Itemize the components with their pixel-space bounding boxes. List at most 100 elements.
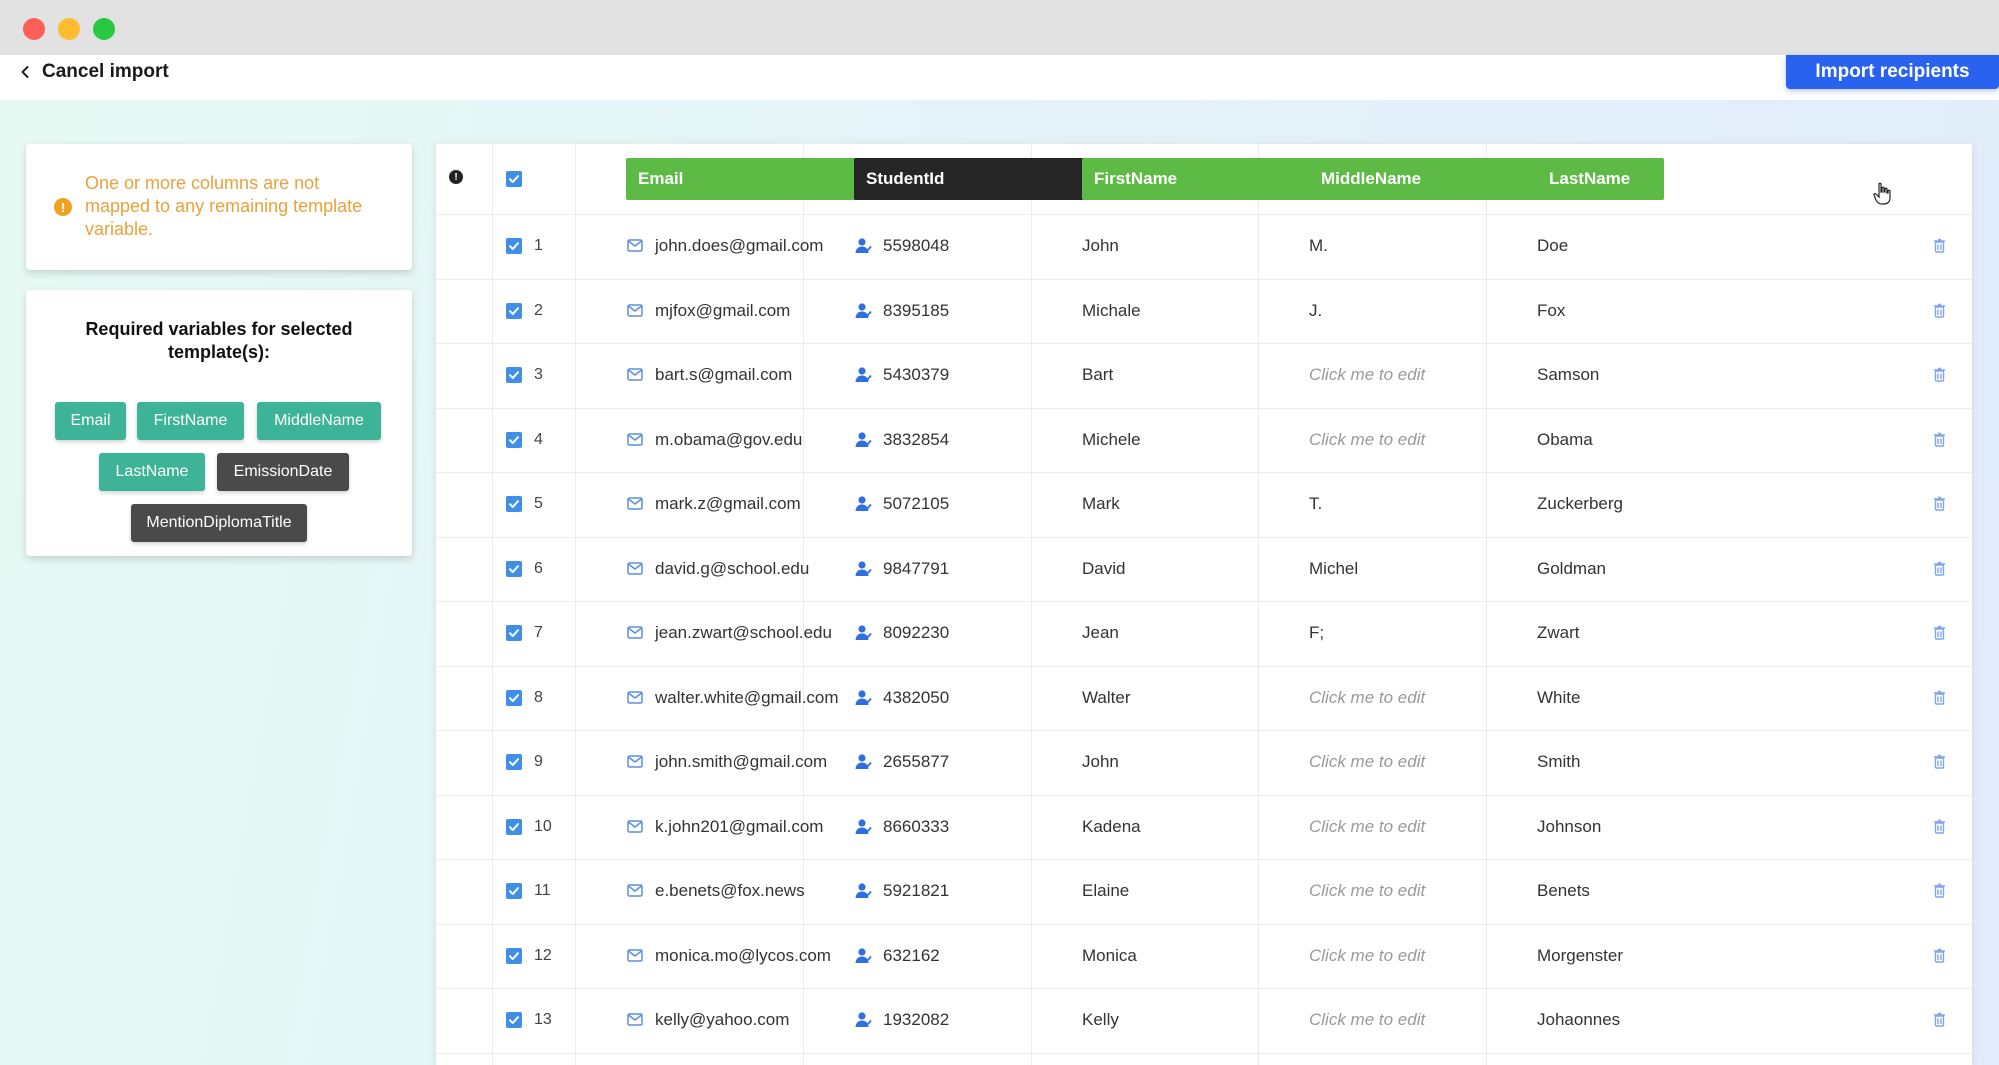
last-name-cell[interactable]: Obama [1537,430,1593,450]
email-cell[interactable]: monica.mo@lycos.com [655,946,831,966]
delete-row-icon[interactable] [1933,883,1946,898]
email-cell[interactable]: david.g@school.edu [655,559,809,579]
first-name-cell[interactable]: Bart [1082,365,1113,385]
student-id-cell[interactable]: 1932082 [883,1010,949,1030]
last-name-cell[interactable]: White [1537,688,1580,708]
delete-row-icon[interactable] [1933,948,1946,963]
row-checkbox[interactable] [506,947,522,964]
middle-name-placeholder[interactable]: Click me to edit [1309,1010,1425,1030]
delete-row-icon[interactable] [1933,754,1946,769]
row-checkbox[interactable] [506,625,522,642]
delete-row-icon[interactable] [1933,690,1946,705]
first-name-cell[interactable]: Michele [1082,430,1141,450]
first-name-cell[interactable]: John [1082,752,1119,772]
email-cell[interactable]: k.john201@gmail.com [655,817,823,837]
middle-name-placeholder[interactable]: Click me to edit [1309,430,1425,450]
delete-row-icon[interactable] [1933,303,1946,318]
delete-row-icon[interactable] [1933,561,1946,576]
student-id-cell[interactable]: 8660333 [883,817,949,837]
row-checkbox[interactable] [506,302,522,319]
column-header-firstname[interactable]: FirstName [1082,158,1347,200]
student-id-cell[interactable]: 2655877 [883,752,949,772]
middle-name-placeholder[interactable]: Click me to edit [1309,817,1425,837]
last-name-cell[interactable]: Samson [1537,365,1599,385]
first-name-cell[interactable]: Walter [1082,688,1131,708]
email-cell[interactable]: mjfox@gmail.com [655,301,790,321]
delete-row-icon[interactable] [1933,432,1946,447]
student-id-cell[interactable]: 5430379 [883,365,949,385]
close-window-button[interactable] [23,18,45,40]
student-id-cell[interactable]: 8395185 [883,301,949,321]
column-header-lastname[interactable]: LastName [1537,158,1664,200]
row-checkbox[interactable] [506,689,522,706]
row-checkbox[interactable] [506,1012,522,1029]
middle-name-placeholder[interactable]: Click me to edit [1309,946,1425,966]
delete-row-icon[interactable] [1933,625,1946,640]
row-checkbox[interactable] [506,431,522,448]
middle-name-placeholder[interactable]: Click me to edit [1309,881,1425,901]
email-cell[interactable]: jean.zwart@school.edu [655,623,832,643]
email-cell[interactable]: m.obama@gov.edu [655,430,802,450]
middle-name-placeholder[interactable]: Click me to edit [1309,365,1425,385]
row-checkbox[interactable] [506,818,522,835]
middle-name-cell[interactable]: F; [1309,623,1324,643]
last-name-cell[interactable]: Doe [1537,236,1568,256]
student-id-cell[interactable]: 3832854 [883,430,949,450]
delete-row-icon[interactable] [1933,496,1946,511]
row-checkbox[interactable] [506,883,522,900]
student-id-cell[interactable]: 632162 [883,946,940,966]
email-cell[interactable]: kelly@yahoo.com [655,1010,789,1030]
info-icon[interactable]: ! [449,170,463,184]
last-name-cell[interactable]: Johnson [1537,817,1601,837]
student-id-cell[interactable]: 9847791 [883,559,949,579]
select-all-checkbox[interactable] [506,171,522,187]
delete-row-icon[interactable] [1933,238,1946,253]
first-name-cell[interactable]: John [1082,236,1119,256]
first-name-cell[interactable]: David [1082,559,1125,579]
student-id-cell[interactable]: 8092230 [883,623,949,643]
email-cell[interactable]: john.does@gmail.com [655,236,823,256]
last-name-cell[interactable]: Zuckerberg [1537,494,1623,514]
middle-name-cell[interactable]: J. [1309,301,1322,321]
delete-row-icon[interactable] [1933,1012,1946,1027]
middle-name-cell[interactable]: T. [1309,494,1322,514]
student-id-cell[interactable]: 5072105 [883,494,949,514]
email-cell[interactable]: john.smith@gmail.com [655,752,827,772]
row-checkbox[interactable] [506,367,522,384]
email-cell[interactable]: mark.z@gmail.com [655,494,801,514]
cancel-import-link[interactable]: Cancel import [18,57,169,87]
last-name-cell[interactable]: Smith [1537,752,1580,772]
student-id-cell[interactable]: 4382050 [883,688,949,708]
row-checkbox[interactable] [506,238,522,255]
column-header-middlename[interactable]: MiddleName [1309,158,1574,200]
middle-name-placeholder[interactable]: Click me to edit [1309,688,1425,708]
first-name-cell[interactable]: Jean [1082,623,1119,643]
column-header-email[interactable]: Email [626,158,891,200]
student-id-cell[interactable]: 5921821 [883,881,949,901]
delete-row-icon[interactable] [1933,367,1946,382]
row-checkbox[interactable] [506,560,522,577]
student-id-cell[interactable]: 5598048 [883,236,949,256]
first-name-cell[interactable]: Kadena [1082,817,1141,837]
last-name-cell[interactable]: Fox [1537,301,1565,321]
import-recipients-button[interactable]: Import recipients [1786,55,1999,89]
first-name-cell[interactable]: Kelly [1082,1010,1119,1030]
last-name-cell[interactable]: Johaonnes [1537,1010,1620,1030]
middle-name-cell[interactable]: M. [1309,236,1328,256]
email-cell[interactable]: bart.s@gmail.com [655,365,792,385]
row-checkbox[interactable] [506,496,522,513]
email-cell[interactable]: walter.white@gmail.com [655,688,839,708]
first-name-cell[interactable]: Monica [1082,946,1137,966]
column-header-studentid[interactable]: StudentId [854,158,1119,200]
middle-name-cell[interactable]: Michel [1309,559,1358,579]
email-cell[interactable]: e.benets@fox.news [655,881,805,901]
last-name-cell[interactable]: Zwart [1537,623,1580,643]
last-name-cell[interactable]: Goldman [1537,559,1606,579]
delete-row-icon[interactable] [1933,819,1946,834]
minimize-window-button[interactable] [58,18,80,40]
last-name-cell[interactable]: Morgenster [1537,946,1623,966]
first-name-cell[interactable]: Mark [1082,494,1120,514]
row-checkbox[interactable] [506,754,522,771]
middle-name-placeholder[interactable]: Click me to edit [1309,752,1425,772]
first-name-cell[interactable]: Michale [1082,301,1141,321]
